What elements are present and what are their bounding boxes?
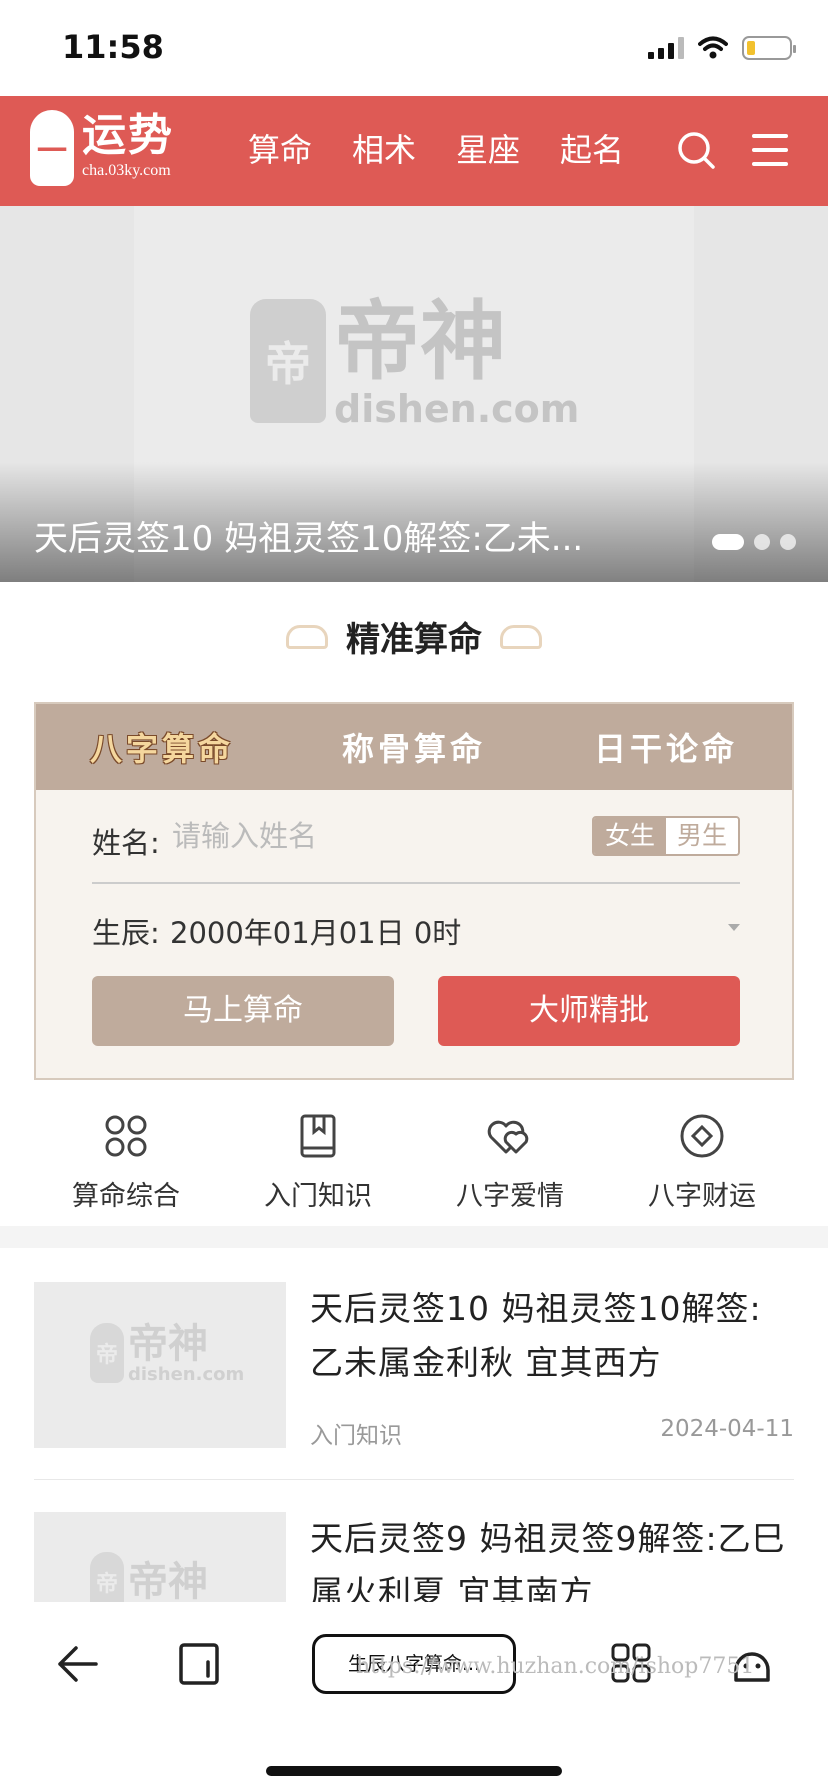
site-logo[interactable]: 一 运势 cha.03ky.com xyxy=(30,110,174,186)
hearts-icon xyxy=(487,1120,529,1154)
search-icon[interactable] xyxy=(676,130,716,170)
tabs-icon[interactable] xyxy=(178,1642,220,1686)
article-thumbnail: 帝 帝神 dishen.com xyxy=(34,1282,286,1448)
quick-link-label: 算命综合 xyxy=(72,1181,180,1212)
tab-bone-weight[interactable]: 称骨算命 xyxy=(288,724,540,770)
cellular-signal-icon xyxy=(648,37,684,59)
watermark-name: 帝神 xyxy=(128,1558,208,1605)
quick-fortune-button[interactable]: 马上算命 xyxy=(92,976,394,1046)
watermark-name: 帝神 xyxy=(334,291,506,392)
master-review-button[interactable]: 大师精批 xyxy=(438,976,740,1046)
quick-link-overview[interactable]: 算命综合 xyxy=(30,1112,222,1213)
main-nav: 算命 相术 星座 起名 xyxy=(248,128,624,172)
quick-links: 算命综合 入门知识 八字爱情 八字财运 xyxy=(30,1112,798,1213)
site-header: 一 运势 cha.03ky.com 算命 相术 星座 起名 xyxy=(0,96,828,206)
article-item[interactable]: 帝 帝神 dishen.com 天后灵签10 妈祖灵签10解签:乙未属金利秋 宜… xyxy=(34,1282,794,1480)
coin-icon xyxy=(680,1114,724,1158)
watermark-url: dishen.com xyxy=(334,387,580,431)
watermark-url: dishen.com xyxy=(128,1364,245,1385)
status-time: 11:58 xyxy=(62,28,164,66)
watermark-logo: 帝 帝神 dishen.com xyxy=(90,1322,244,1384)
birth-select[interactable]: 2000年01月01日 0时 xyxy=(170,910,461,952)
quick-link-label: 入门知识 xyxy=(264,1181,372,1212)
carousel-dots xyxy=(712,534,796,550)
menu-icon[interactable] xyxy=(752,134,788,166)
section-title: 精准算命 xyxy=(346,620,482,660)
watermark-logo: 帝 帝神 dishen.com xyxy=(250,294,579,428)
tab-bazi[interactable]: 八字算命 xyxy=(36,724,288,770)
carousel-dot[interactable] xyxy=(754,534,770,550)
book-icon xyxy=(300,1114,336,1158)
logo-name: 运势 xyxy=(82,110,174,161)
birth-row[interactable]: 生辰: 2000年01月01日 0时 xyxy=(92,904,740,950)
battery-icon xyxy=(742,36,796,60)
nav-item-naming[interactable]: 起名 xyxy=(560,128,624,172)
nav-item-physiognomy[interactable]: 相术 xyxy=(352,128,416,172)
carousel-dot[interactable] xyxy=(780,534,796,550)
article-date: 2024-04-11 xyxy=(660,1416,794,1442)
cloud-ornament-icon xyxy=(286,624,328,649)
name-row: 姓名: 女生 男生 xyxy=(92,814,740,884)
logo-seal: 一 xyxy=(30,110,74,186)
section-header: 精准算命 xyxy=(0,612,828,661)
quick-link-wealth[interactable]: 八字财运 xyxy=(606,1112,798,1213)
quick-link-label: 八字财运 xyxy=(648,1181,756,1212)
name-label: 姓名: xyxy=(92,826,160,860)
gender-female-option[interactable]: 女生 xyxy=(594,818,666,854)
watermark-seal: 帝 xyxy=(90,1323,124,1383)
url-watermark: https://www.huzhan.com/ishop7751 xyxy=(356,1654,755,1679)
watermark-name: 帝神 xyxy=(128,1320,208,1367)
quick-link-label: 八字爱情 xyxy=(456,1181,564,1212)
grid-icon xyxy=(105,1115,147,1157)
quick-link-basics[interactable]: 入门知识 xyxy=(222,1112,414,1213)
wifi-icon xyxy=(698,36,728,59)
nav-item-zodiac[interactable]: 星座 xyxy=(456,128,520,172)
status-bar: 11:58 xyxy=(0,0,828,96)
home-indicator[interactable] xyxy=(266,1766,562,1776)
browser-toolbar: 生辰八字算命... https://www.huzhan.com/ishop77… xyxy=(0,1602,828,1792)
form-tabs: 八字算命 称骨算命 日干论命 xyxy=(36,704,792,790)
birth-label: 生辰: xyxy=(92,916,160,950)
back-arrow-icon[interactable] xyxy=(56,1642,100,1686)
name-input[interactable] xyxy=(172,814,552,858)
section-divider xyxy=(0,1226,828,1248)
article-title[interactable]: 天后灵签10 妈祖灵签10解签:乙未属金利秋 宜其西方 xyxy=(310,1282,794,1390)
quick-link-love[interactable]: 八字爱情 xyxy=(414,1112,606,1213)
chevron-down-icon[interactable] xyxy=(728,924,740,931)
article-category[interactable]: 入门知识 xyxy=(310,1416,402,1450)
fortune-form-card: 八字算命 称骨算命 日干论命 姓名: 女生 男生 生辰: 2000年01月01日… xyxy=(34,702,794,1080)
watermark-seal: 帝 xyxy=(250,299,326,423)
banner-caption[interactable]: 天后灵签10 妈祖灵签10解签:乙未... xyxy=(34,511,583,560)
tab-day-stem[interactable]: 日干论命 xyxy=(540,724,792,770)
status-icons xyxy=(648,36,796,60)
gender-toggle: 女生 男生 xyxy=(592,816,740,856)
nav-item-fortune[interactable]: 算命 xyxy=(248,128,312,172)
gender-male-option[interactable]: 男生 xyxy=(666,818,738,854)
logo-url: cha.03ky.com xyxy=(82,162,171,179)
cloud-ornament-icon xyxy=(500,624,542,649)
banner-carousel[interactable]: 帝 帝神 dishen.com 天后灵签10 妈祖灵签10解签:乙未... xyxy=(0,206,828,582)
carousel-dot-active[interactable] xyxy=(712,534,744,550)
